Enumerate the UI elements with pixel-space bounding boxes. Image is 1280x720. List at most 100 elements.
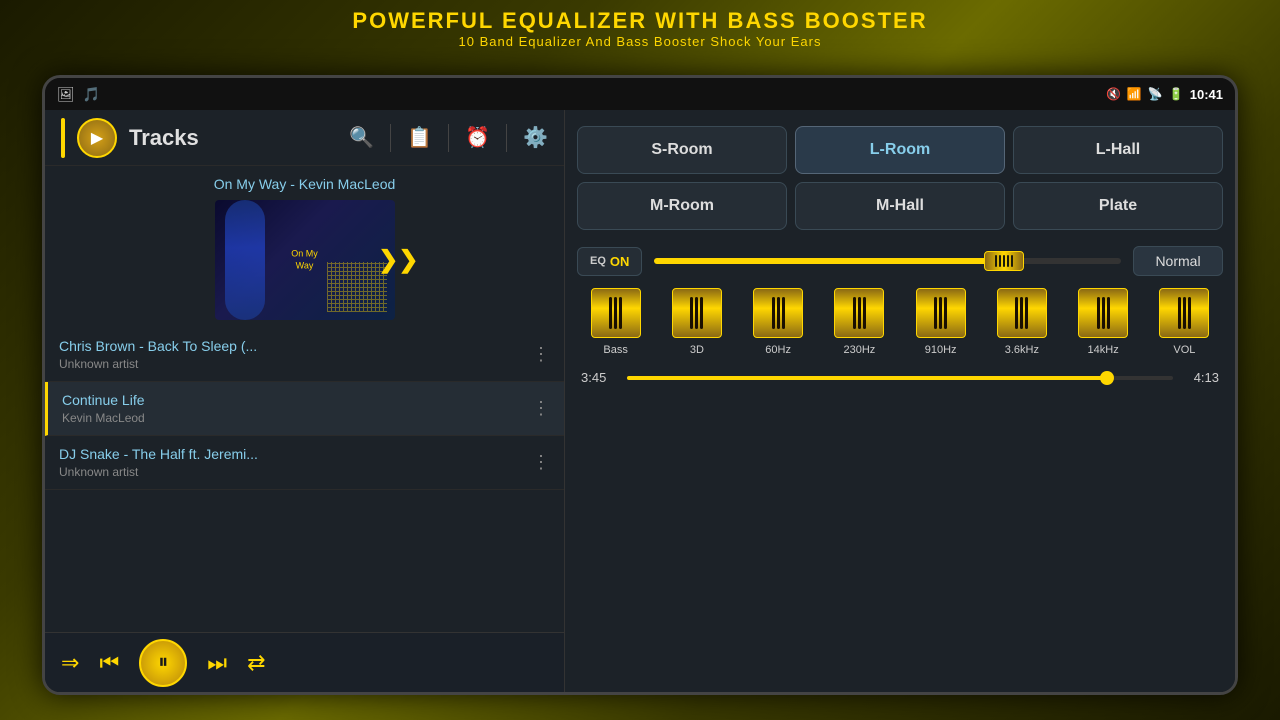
settings-icon[interactable]: ⚙️ — [523, 125, 548, 150]
reverb-l-room-button[interactable]: L-Room — [795, 126, 1005, 174]
eq-band-label-vol: VOL — [1173, 344, 1195, 356]
reverb-m-room-button[interactable]: M-Room — [577, 182, 787, 230]
list-item[interactable]: DJ Snake - The Half ft. Jeremi... Unknow… — [45, 436, 564, 490]
reverb-l-hall-button[interactable]: L-Hall — [1013, 126, 1223, 174]
band-line — [614, 297, 617, 329]
album-art: On MyWay — [215, 200, 395, 320]
eq-on-text: ON — [610, 254, 630, 269]
thumb-line — [995, 255, 997, 267]
eq-preset-normal-badge[interactable]: Normal — [1133, 246, 1223, 276]
reverb-plate-button[interactable]: Plate — [1013, 182, 1223, 230]
progress-thumb[interactable] — [1100, 371, 1114, 385]
search-icon[interactable]: 🔍 — [349, 125, 374, 150]
eq-band-230hz: 230Hz — [821, 288, 898, 356]
band-lines — [690, 297, 703, 329]
track-list: Chris Brown - Back To Sleep (... Unknown… — [45, 328, 564, 632]
eq-on-badge[interactable]: EQ ON — [577, 247, 642, 276]
band-line — [777, 297, 780, 329]
track-menu-icon[interactable]: ⋮ — [532, 452, 550, 473]
left-panel: ▶ Tracks 🔍 📋 ⏰ ⚙️ On My Way - Kevin MacL… — [45, 110, 565, 692]
band-line — [934, 297, 937, 329]
reverb-section: S-Room L-Room L-Hall M-Room M-Hall Plate — [573, 118, 1227, 242]
banner-title: POWERFUL EQUALIZER WITH BASS BOOSTER — [0, 8, 1280, 34]
eq-band-slider-230hz[interactable] — [834, 288, 884, 338]
band-lines — [1097, 297, 1110, 329]
eq-band-label-230hz: 230Hz — [843, 344, 875, 356]
eq-top-bar: EQ ON — [577, 246, 1223, 276]
band-line — [944, 297, 947, 329]
band-line — [1025, 297, 1028, 329]
band-line — [863, 297, 866, 329]
eq-band-slider-vol[interactable] — [1159, 288, 1209, 338]
reverb-grid: S-Room L-Room L-Hall M-Room M-Hall Plate — [577, 126, 1223, 230]
band-lines — [1015, 297, 1028, 329]
track-info: DJ Snake - The Half ft. Jeremi... Unknow… — [59, 446, 258, 479]
band-line — [700, 297, 703, 329]
prev-button[interactable]: ⏮ — [99, 650, 119, 676]
player-controls: ⇒ ⏮ ⏸ ⏭ ⇄ — [45, 632, 564, 692]
play-icon[interactable]: ▶ — [77, 118, 117, 158]
eq-band-label-bass: Bass — [603, 344, 627, 356]
eq-bands: Bass 3D — [577, 288, 1223, 356]
band-lines — [772, 297, 785, 329]
track-artist: Unknown artist — [59, 357, 257, 371]
eq-band-label-3d: 3D — [690, 344, 704, 356]
eq-band-bass: Bass — [577, 288, 654, 356]
eq-master-slider[interactable] — [654, 258, 1121, 264]
eq-band-slider-60hz[interactable] — [753, 288, 803, 338]
signal-icon: 📡 — [1148, 87, 1163, 101]
device-frame: 🖼 🎵 🔇 📶 📡 🔋 10:41 ▶ Tracks 🔍 — [42, 75, 1238, 695]
thumb-lines — [995, 255, 1013, 267]
app-header: ▶ Tracks 🔍 📋 ⏰ ⚙️ — [45, 110, 564, 166]
eq-band-3d: 3D — [658, 288, 735, 356]
next-button[interactable]: ⏭ — [207, 650, 227, 676]
wifi-icon: 📶 — [1127, 87, 1142, 101]
band-lines — [1178, 297, 1191, 329]
eq-band-910hz: 910Hz — [902, 288, 979, 356]
banner-subtitle: 10 Band Equalizer And Bass Booster Shock… — [0, 34, 1280, 49]
band-line — [609, 297, 612, 329]
header-left: ▶ Tracks — [77, 118, 337, 158]
eq-band-slider-14khz[interactable] — [1078, 288, 1128, 338]
track-artist: Kevin MacLeod — [62, 411, 145, 425]
eq-band-slider-910hz[interactable] — [916, 288, 966, 338]
status-bar-left: 🖼 🎵 — [57, 86, 100, 103]
eq-band-slider-bass[interactable] — [591, 288, 641, 338]
reverb-s-room-button[interactable]: S-Room — [577, 126, 787, 174]
reverb-m-hall-button[interactable]: M-Hall — [795, 182, 1005, 230]
eq-band-slider-3d[interactable] — [672, 288, 722, 338]
playlist-icon[interactable]: 📋 — [407, 125, 432, 150]
play-pause-button[interactable]: ⏸ — [139, 639, 187, 687]
band-line — [1102, 297, 1105, 329]
list-item[interactable]: Chris Brown - Back To Sleep (... Unknown… — [45, 328, 564, 382]
status-bar: 🖼 🎵 🔇 📶 📡 🔋 10:41 — [45, 78, 1235, 110]
alarm-icon[interactable]: ⏰ — [465, 125, 490, 150]
header-accent-bar — [61, 118, 65, 158]
progress-track[interactable] — [627, 376, 1173, 380]
eq-band-label-910hz: 910Hz — [925, 344, 957, 356]
band-line — [772, 297, 775, 329]
eq-section: EQ ON — [573, 242, 1227, 684]
repeat-button[interactable]: ⇄ — [247, 650, 265, 676]
right-panel: S-Room L-Room L-Hall M-Room M-Hall Plate… — [565, 110, 1235, 692]
track-title: Chris Brown - Back To Sleep (... — [59, 338, 257, 354]
band-line — [853, 297, 856, 329]
header-icons: 🔍 📋 ⏰ ⚙️ — [349, 124, 548, 152]
time-total: 4:13 — [1183, 370, 1219, 385]
battery-icon: 🔋 — [1169, 87, 1184, 101]
current-track: On My Way - Kevin MacLeod On MyWay ❯❯ — [45, 166, 564, 328]
list-item[interactable]: Continue Life Kevin MacLeod ⋮ — [45, 382, 564, 436]
main-content: ▶ Tracks 🔍 📋 ⏰ ⚙️ On My Way - Kevin MacL… — [45, 110, 1235, 692]
band-line — [695, 297, 698, 329]
track-menu-icon[interactable]: ⋮ — [532, 344, 550, 365]
music-icon: 🎵 — [83, 86, 100, 103]
next-track-arrow[interactable]: ❯❯ — [378, 246, 418, 275]
band-line — [782, 297, 785, 329]
band-lines — [934, 297, 947, 329]
track-menu-icon[interactable]: ⋮ — [532, 398, 550, 419]
tracks-title: Tracks — [129, 125, 199, 151]
eq-band-slider-36khz[interactable] — [997, 288, 1047, 338]
eq-slider-thumb[interactable] — [984, 251, 1024, 271]
shuffle-button[interactable]: ⇒ — [61, 650, 79, 676]
band-line — [1178, 297, 1181, 329]
